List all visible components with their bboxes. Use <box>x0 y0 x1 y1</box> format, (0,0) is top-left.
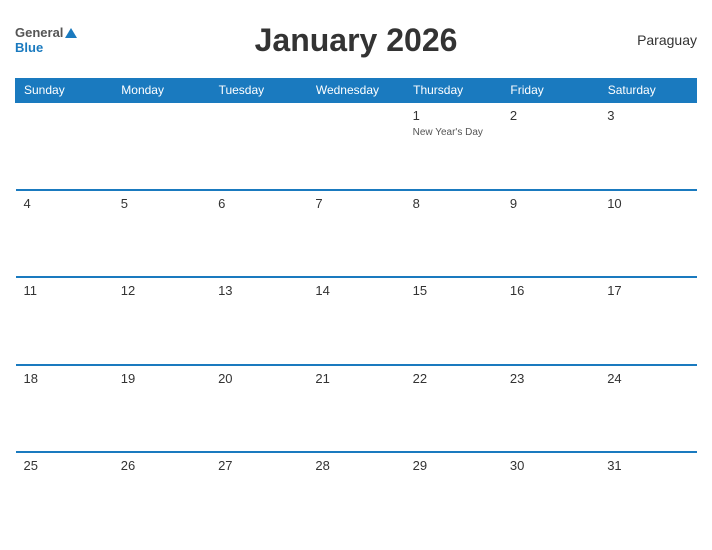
header-saturday: Saturday <box>599 79 696 103</box>
calendar-cell <box>210 102 307 190</box>
calendar-cell: 26 <box>113 452 210 540</box>
calendar-cell: 25 <box>16 452 113 540</box>
week-row-4: 18 19 20 21 22 23 24 <box>16 365 697 453</box>
day-number: 9 <box>510 196 517 211</box>
header-monday: Monday <box>113 79 210 103</box>
calendar-cell: 28 <box>307 452 404 540</box>
week-row-1: 1 New Year's Day 2 3 <box>16 102 697 190</box>
calendar-cell: 3 <box>599 102 696 190</box>
weekday-header-row: Sunday Monday Tuesday Wednesday Thursday… <box>16 79 697 103</box>
day-number: 22 <box>413 371 427 386</box>
calendar-cell: 31 <box>599 452 696 540</box>
calendar-cell <box>113 102 210 190</box>
calendar-cell: 20 <box>210 365 307 453</box>
calendar-cell: 18 <box>16 365 113 453</box>
calendar-table: Sunday Monday Tuesday Wednesday Thursday… <box>15 78 697 540</box>
day-number: 26 <box>121 458 135 473</box>
week-row-2: 4 5 6 7 8 9 10 <box>16 190 697 278</box>
calendar-container: General Blue January 2026 Paraguay Sunda… <box>0 0 712 550</box>
calendar-cell: 10 <box>599 190 696 278</box>
day-number: 3 <box>607 108 614 123</box>
day-number: 27 <box>218 458 232 473</box>
calendar-cell: 15 <box>405 277 502 365</box>
day-number: 29 <box>413 458 427 473</box>
calendar-cell: 17 <box>599 277 696 365</box>
day-number: 4 <box>24 196 31 211</box>
day-number: 1 <box>413 108 420 123</box>
calendar-cell: 6 <box>210 190 307 278</box>
calendar-cell: 5 <box>113 190 210 278</box>
calendar-cell: 27 <box>210 452 307 540</box>
calendar-cell: 16 <box>502 277 599 365</box>
calendar-cell: 4 <box>16 190 113 278</box>
day-number: 12 <box>121 283 135 298</box>
day-number: 13 <box>218 283 232 298</box>
day-number: 10 <box>607 196 621 211</box>
calendar-cell: 21 <box>307 365 404 453</box>
header-sunday: Sunday <box>16 79 113 103</box>
day-number: 20 <box>218 371 232 386</box>
calendar-cell: 1 New Year's Day <box>405 102 502 190</box>
day-number: 16 <box>510 283 524 298</box>
day-number: 21 <box>315 371 329 386</box>
calendar-header: General Blue January 2026 Paraguay <box>15 10 697 70</box>
country-label: Paraguay <box>637 32 697 48</box>
day-number: 17 <box>607 283 621 298</box>
calendar-cell: 11 <box>16 277 113 365</box>
calendar-cell <box>307 102 404 190</box>
holiday-label: New Year's Day <box>413 127 494 139</box>
calendar-cell <box>16 102 113 190</box>
calendar-cell: 30 <box>502 452 599 540</box>
calendar-cell: 12 <box>113 277 210 365</box>
day-number: 28 <box>315 458 329 473</box>
logo-triangle-icon <box>65 28 77 38</box>
day-number: 15 <box>413 283 427 298</box>
day-number: 31 <box>607 458 621 473</box>
logo-blue-text: Blue <box>15 40 43 55</box>
day-number: 19 <box>121 371 135 386</box>
day-number: 8 <box>413 196 420 211</box>
header-wednesday: Wednesday <box>307 79 404 103</box>
calendar-cell: 19 <box>113 365 210 453</box>
calendar-cell: 23 <box>502 365 599 453</box>
week-row-3: 11 12 13 14 15 16 17 <box>16 277 697 365</box>
day-number: 24 <box>607 371 621 386</box>
calendar-cell: 9 <box>502 190 599 278</box>
logo-general-text: General <box>15 25 63 40</box>
header-tuesday: Tuesday <box>210 79 307 103</box>
day-number: 7 <box>315 196 322 211</box>
week-row-5: 25 26 27 28 29 30 31 <box>16 452 697 540</box>
day-number: 30 <box>510 458 524 473</box>
calendar-cell: 14 <box>307 277 404 365</box>
calendar-cell: 13 <box>210 277 307 365</box>
day-number: 23 <box>510 371 524 386</box>
header-friday: Friday <box>502 79 599 103</box>
calendar-cell: 29 <box>405 452 502 540</box>
day-number: 11 <box>24 283 38 298</box>
calendar-cell: 7 <box>307 190 404 278</box>
calendar-title: January 2026 <box>255 22 458 59</box>
day-number: 25 <box>24 458 38 473</box>
day-number: 18 <box>24 371 38 386</box>
calendar-cell: 24 <box>599 365 696 453</box>
calendar-cell: 2 <box>502 102 599 190</box>
calendar-cell: 8 <box>405 190 502 278</box>
day-number: 14 <box>315 283 329 298</box>
day-number: 6 <box>218 196 225 211</box>
logo: General Blue <box>15 25 77 55</box>
day-number: 2 <box>510 108 517 123</box>
day-number: 5 <box>121 196 128 211</box>
header-thursday: Thursday <box>405 79 502 103</box>
calendar-cell: 22 <box>405 365 502 453</box>
